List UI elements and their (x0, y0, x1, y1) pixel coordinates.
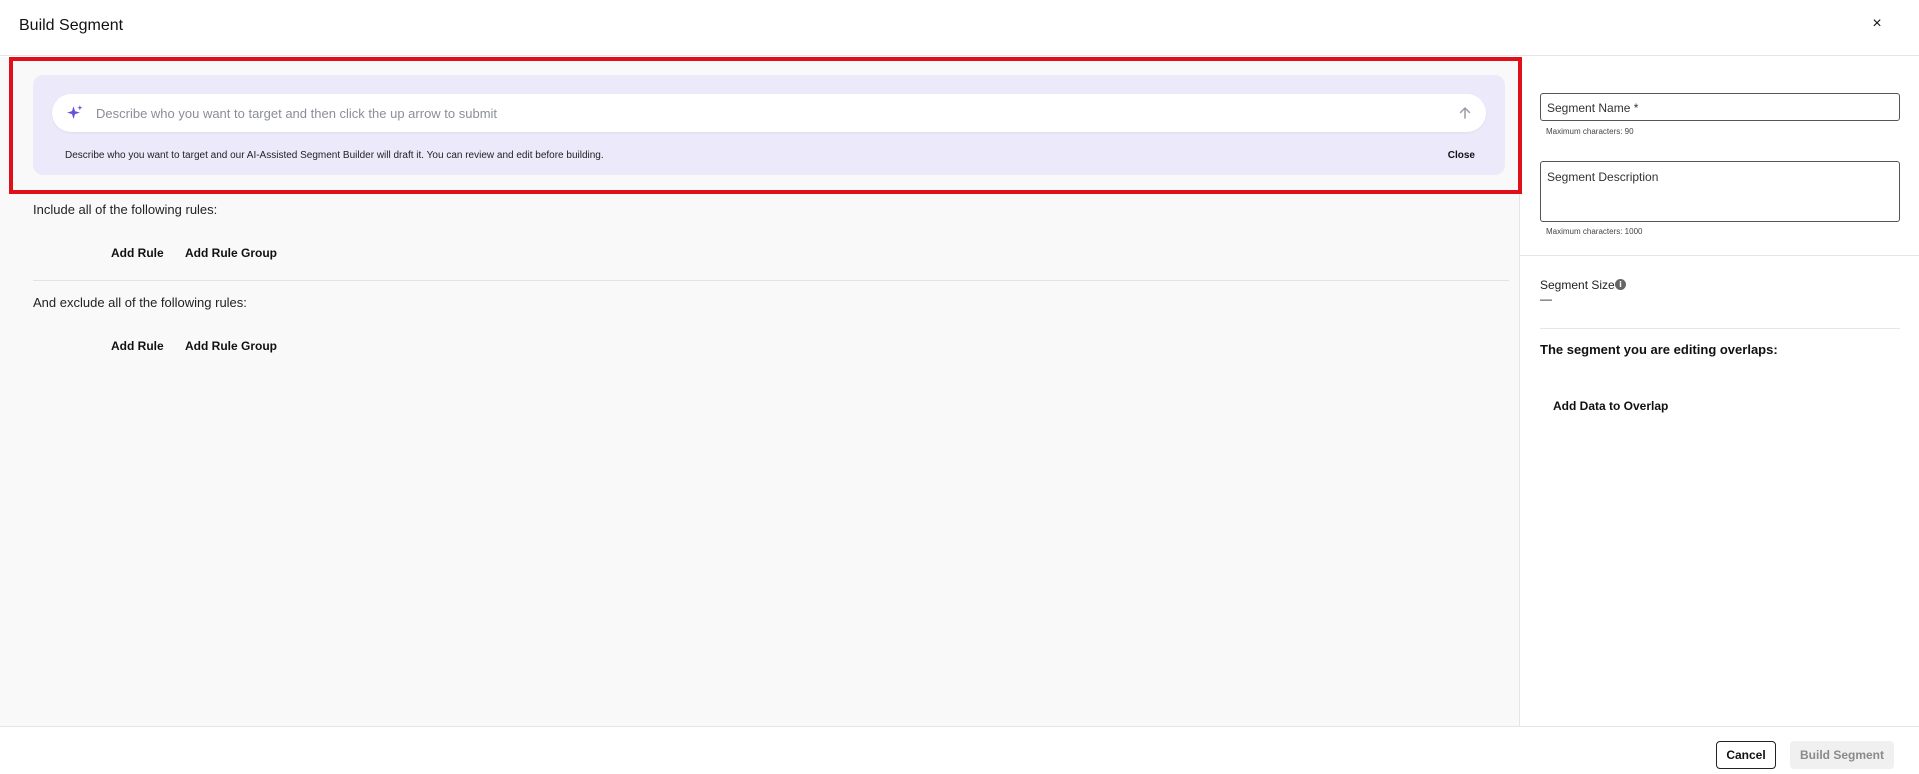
close-icon[interactable]: × (1865, 12, 1889, 36)
exclude-add-rule-button[interactable]: Add Rule (111, 339, 164, 353)
overlap-title: The segment you are editing overlaps: (1540, 342, 1778, 357)
ai-prompt-input[interactable] (96, 94, 1436, 132)
cancel-button[interactable]: Cancel (1716, 741, 1776, 769)
include-rules-label: Include all of the following rules: (33, 202, 218, 217)
add-overlap-button[interactable]: Add Data to Overlap (1553, 399, 1668, 413)
ai-help-text: Describe who you want to target and our … (65, 150, 604, 161)
exclude-rules-label: And exclude all of the following rules: (33, 295, 247, 310)
include-add-rule-button[interactable]: Add Rule (111, 246, 164, 260)
side-divider (1520, 255, 1919, 256)
side-divider (1540, 328, 1900, 329)
segment-name-field[interactable]: Segment Name * (1540, 93, 1900, 121)
modal-footer: Cancel Build Segment (0, 726, 1919, 774)
segment-name-label: Segment Name * (1547, 101, 1639, 115)
segment-size-value: — (1540, 292, 1552, 306)
ai-prompt-bar (52, 94, 1486, 132)
ai-close-button[interactable]: Close (1448, 150, 1475, 161)
segment-description-field[interactable]: Segment Description (1540, 161, 1900, 222)
segment-description-label: Segment Description (1547, 170, 1659, 184)
modal-title: Build Segment (19, 17, 124, 34)
section-divider (33, 280, 1509, 281)
sparkle-icon (67, 105, 83, 119)
info-icon[interactable]: i (1615, 279, 1626, 290)
segment-size-label: Segment Size (1540, 278, 1615, 292)
exclude-add-rule-group-button[interactable]: Add Rule Group (185, 339, 277, 353)
ai-assist-panel: Describe who you want to target and our … (33, 75, 1505, 175)
arrow-up-icon (1459, 107, 1471, 119)
include-add-rule-group-button[interactable]: Add Rule Group (185, 246, 277, 260)
modal-header: Build Segment × (0, 0, 1919, 56)
segment-name-hint: Maximum characters: 90 (1546, 127, 1634, 136)
build-segment-modal: Build Segment × Describe who you want to… (0, 0, 1919, 774)
segment-description-hint: Maximum characters: 1000 (1546, 227, 1643, 236)
build-segment-button[interactable]: Build Segment (1790, 741, 1894, 769)
submit-button[interactable] (1454, 102, 1476, 124)
segment-details-panel: Segment Name * Maximum characters: 90 Se… (1519, 57, 1919, 726)
